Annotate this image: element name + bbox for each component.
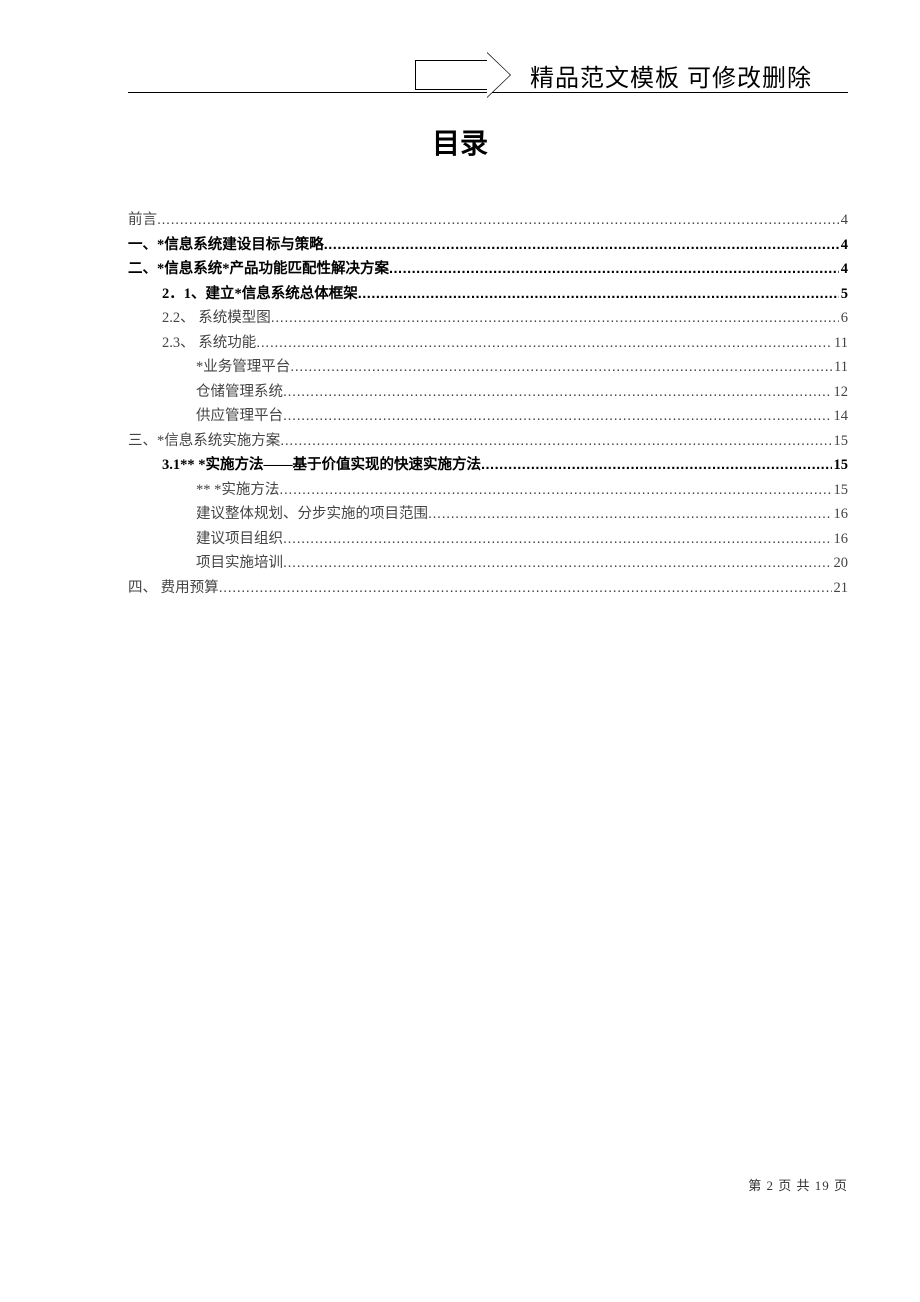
toc-entry[interactable]: 供应管理平台 14 [128, 404, 848, 429]
toc-entry-title: 三、*信息系统实施方案 [128, 429, 280, 454]
toc-entry-title: 前言 [128, 208, 157, 233]
toc-leader-dots [271, 306, 839, 331]
toc-entry[interactable]: 前言 4 [128, 208, 848, 233]
toc-entry-title: 仓储管理系统 [196, 380, 283, 405]
document-page: 精品范文模板 可修改删除 目录 前言4一、*信息系统建设目标与策略4二、*信息系… [0, 0, 920, 1302]
toc-entry-title: 一、*信息系统建设目标与策略 [128, 233, 324, 258]
toc-leader-dots [324, 233, 839, 258]
toc-entry-title: 2.3、 系统功能 [162, 331, 256, 356]
toc-entry-title: 四、 费用预算 [128, 576, 219, 601]
toc-entry-page: 4 [839, 257, 848, 282]
toc-leader-dots [219, 576, 832, 601]
toc-entry-page: 21 [832, 576, 849, 601]
toc-entry[interactable]: 项目实施培训 20 [128, 551, 848, 576]
toc-entry-page: 11 [832, 331, 848, 356]
toc-entry-title: 二、*信息系统*产品功能匹配性解决方案 [128, 257, 389, 282]
toc-entry[interactable]: 2.3、 系统功能 11 [128, 331, 848, 356]
table-of-contents: 前言4一、*信息系统建设目标与策略4二、*信息系统*产品功能匹配性解决方案42．… [128, 208, 848, 600]
toc-leader-dots [280, 429, 831, 454]
toc-entry-title: 项目实施培训 [196, 551, 283, 576]
toc-entry-title: 建议整体规划、分步实施的项目范围 [196, 502, 428, 527]
toc-entry-page: 4 [839, 233, 848, 258]
toc-entry-title: 建议项目组织 [196, 527, 283, 552]
toc-entry-page: 20 [832, 551, 849, 576]
toc-entry[interactable]: ** *实施方法 15 [128, 478, 848, 503]
toc-entry-page: 16 [832, 527, 849, 552]
toc-entry[interactable]: 建议整体规划、分步实施的项目范围 16 [128, 502, 848, 527]
toc-entry-page: 15 [832, 429, 849, 454]
toc-entry[interactable]: 建议项目组织 16 [128, 527, 848, 552]
toc-entry[interactable]: 四、 费用预算 21 [128, 576, 848, 601]
toc-entry-page: 5 [839, 282, 848, 307]
toc-entry-title: *业务管理平台 [196, 355, 290, 380]
toc-entry-title: 供应管理平台 [196, 404, 283, 429]
toc-entry-page: 15 [832, 453, 849, 478]
toc-leader-dots [283, 527, 832, 552]
toc-entry[interactable]: *业务管理平台 11 [128, 355, 848, 380]
toc-entry-page: 11 [832, 355, 848, 380]
toc-entry-page: 15 [832, 478, 849, 503]
toc-entry-page: 16 [832, 502, 849, 527]
toc-entry[interactable]: 三、*信息系统实施方案 15 [128, 429, 848, 454]
page-title: 目录 [0, 122, 920, 162]
footer-suffix: 页 [830, 1178, 848, 1193]
toc-leader-dots [279, 478, 831, 503]
toc-entry-page: 14 [832, 404, 849, 429]
toc-entry-title: ** *实施方法 [196, 478, 279, 503]
arrow-icon [415, 52, 511, 98]
toc-entry-title: 2．1、建立*信息系统总体框架 [162, 282, 358, 307]
arrow-head [487, 52, 511, 98]
toc-leader-dots [428, 502, 832, 527]
arrow-body [415, 60, 487, 90]
toc-entry[interactable]: 2．1、建立*信息系统总体框架 5 [128, 282, 848, 307]
toc-entry-title: 2.2、 系统模型图 [162, 306, 271, 331]
toc-leader-dots [481, 453, 832, 478]
toc-entry[interactable]: 2.2、 系统模型图 6 [128, 306, 848, 331]
toc-entry-page: 6 [839, 306, 848, 331]
toc-entry-page: 12 [832, 380, 849, 405]
page-number-footer: 第 2 页 共 19 页 [748, 1175, 848, 1194]
toc-entry[interactable]: 二、*信息系统*产品功能匹配性解决方案 4 [128, 257, 848, 282]
toc-entry[interactable]: 仓储管理系统 12 [128, 380, 848, 405]
footer-current-page: 2 [766, 1178, 774, 1193]
toc-leader-dots [290, 355, 832, 380]
toc-leader-dots [358, 282, 839, 307]
toc-leader-dots [283, 380, 832, 405]
toc-leader-dots [283, 404, 832, 429]
toc-entry[interactable]: 3.1** *实施方法——基于价值实现的快速实施方法 15 [128, 453, 848, 478]
footer-total-pages: 19 [815, 1178, 830, 1193]
toc-leader-dots [283, 551, 832, 576]
toc-leader-dots [389, 257, 839, 282]
footer-mid: 页 共 [774, 1178, 815, 1193]
header-banner-text: 精品范文模板 可修改删除 [530, 58, 812, 93]
toc-entry[interactable]: 一、*信息系统建设目标与策略 4 [128, 233, 848, 258]
toc-entry-title: 3.1** *实施方法——基于价值实现的快速实施方法 [162, 453, 481, 478]
toc-leader-dots [256, 331, 832, 356]
toc-leader-dots [157, 208, 839, 233]
footer-prefix: 第 [748, 1178, 766, 1193]
toc-entry-page: 4 [839, 208, 848, 233]
